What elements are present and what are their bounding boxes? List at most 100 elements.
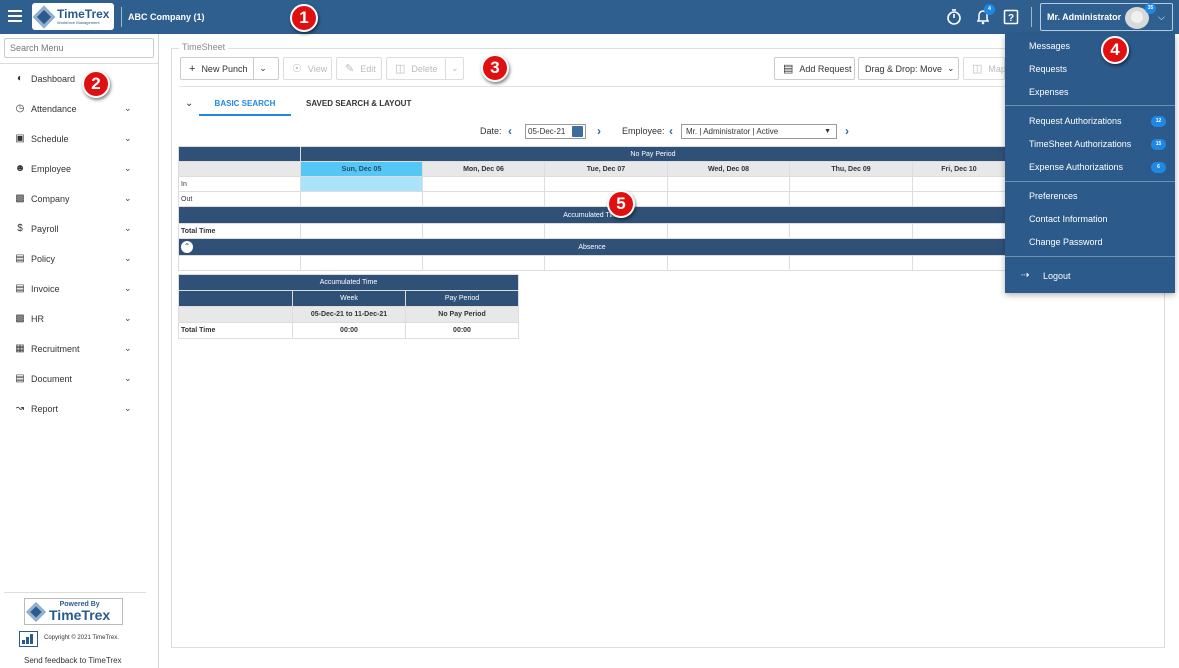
sidebar-item-document[interactable]: ▤ Document ⌄ <box>0 364 158 394</box>
menu-item-preferences[interactable]: Preferences <box>1029 191 1078 201</box>
total-cell <box>300 223 423 239</box>
employee-select[interactable]: Mr. | Administrator | Active ▼ <box>681 124 837 139</box>
tab-basic-search[interactable]: BASIC SEARCH <box>199 94 291 116</box>
total-cell <box>789 223 913 239</box>
sidebar-item-report[interactable]: ↝ Report ⌄ <box>0 394 158 424</box>
date-field[interactable]: 05-Dec-21 <box>525 124 586 139</box>
total-cell <box>912 223 1006 239</box>
svg-text:?: ? <box>1008 13 1014 24</box>
punch-cell[interactable] <box>912 176 1006 192</box>
punch-cell[interactable] <box>789 176 913 192</box>
punch-cell[interactable] <box>300 176 423 192</box>
absence-header-cell: ⌃ Absence <box>178 238 1006 256</box>
new-punch-button[interactable]: + New Punch ⌄ <box>180 57 279 80</box>
chevron-down-icon[interactable]: ⌄ <box>445 58 463 79</box>
view-button[interactable]: ☉ View <box>283 57 332 80</box>
collapse-search-chevron-icon[interactable]: ⌄ <box>185 98 193 109</box>
grid-corner <box>178 146 301 162</box>
chevron-down-icon: ⌄ <box>124 223 132 233</box>
punch-cell[interactable] <box>667 191 790 207</box>
menu-item-change-password[interactable]: Change Password <box>1029 237 1103 247</box>
sidebar-item-hr[interactable]: ▩ HR ⌄ <box>0 304 158 334</box>
summary-title: Accumulated Time <box>178 274 519 291</box>
day-header[interactable]: Thu, Dec 09 <box>789 161 913 177</box>
sidebar-item-dashboard[interactable]: ◐ Dashboard <box>0 64 158 94</box>
day-header[interactable]: Fri, Dec 10 <box>912 161 1006 177</box>
map-button[interactable]: ◫ Map <box>963 57 1006 80</box>
collapse-up-icon[interactable]: ⌃ <box>181 241 193 253</box>
sidebar-item-attendance[interactable]: ◷ Attendance ⌄ <box>0 94 158 124</box>
sidebar-item-invoice[interactable]: ▤ Invoice ⌄ <box>0 274 158 304</box>
search-menu-input[interactable] <box>4 38 154 58</box>
menu-item-expense-authorizations[interactable]: Expense Authorizations <box>1029 162 1123 172</box>
calendar-icon[interactable] <box>572 126 583 137</box>
request-authorizations-badge: 12 <box>1151 116 1166 127</box>
punch-cell[interactable] <box>912 191 1006 207</box>
menu-item-requests[interactable]: Requests <box>1029 64 1067 74</box>
tab-saved-search-layout[interactable]: SAVED SEARCH & LAYOUT <box>306 94 416 116</box>
punch-cell[interactable] <box>300 191 423 207</box>
menu-item-expenses[interactable]: Expenses <box>1029 87 1069 97</box>
company-name[interactable]: ABC Company (1) <box>128 12 205 22</box>
user-menu-button[interactable]: Mr. Administrator 35 ⌵ <box>1040 3 1173 31</box>
footer-brand-text: TimeTrex <box>49 607 111 623</box>
menu-item-messages[interactable]: Messages <box>1029 41 1070 51</box>
sidebar-item-recruitment[interactable]: ▦ Recruitment ⌄ <box>0 334 158 364</box>
hamburger-menu-icon[interactable] <box>8 10 22 22</box>
punch-cell[interactable] <box>544 191 668 207</box>
row-label-total-time: Total Time <box>178 223 301 239</box>
stopwatch-icon[interactable] <box>946 8 962 26</box>
employee-prev-arrow-icon[interactable]: ‹ <box>669 124 673 138</box>
edit-label: Edit <box>360 63 376 74</box>
absence-cell[interactable] <box>300 255 423 271</box>
timetrex-logo[interactable]: TimeTrex Workforce Management <box>32 3 114 30</box>
punch-cell[interactable] <box>667 176 790 192</box>
copyright-text: Copyright © 2021 TimeTrex. <box>44 635 119 641</box>
powered-by-logo[interactable]: Powered By TimeTrex <box>24 598 123 625</box>
user-name: Mr. Administrator <box>1047 12 1122 22</box>
date-prev-arrow-icon[interactable]: ‹ <box>508 124 512 138</box>
chevron-down-icon[interactable]: ⌄ <box>253 58 271 79</box>
drag-drop-dropdown[interactable]: Drag & Drop: Move ⌄ <box>858 57 959 80</box>
absence-cell[interactable] <box>912 255 1006 271</box>
menu-item-contact-information[interactable]: Contact Information <box>1029 214 1108 224</box>
day-header[interactable]: Tue, Dec 07 <box>544 161 668 177</box>
menu-item-timesheet-authorizations[interactable]: TimeSheet Authorizations <box>1029 139 1131 149</box>
sidebar-item-company[interactable]: ▩ Company ⌄ <box>0 184 158 214</box>
summary-col-pay-period: Pay Period <box>405 290 519 307</box>
absence-cell[interactable] <box>544 255 668 271</box>
trash-icon: ◫ <box>395 63 406 75</box>
summary-pay-period-value: No Pay Period <box>405 306 519 323</box>
sidebar-item-label: Attendance <box>31 104 77 114</box>
absence-cell[interactable] <box>667 255 790 271</box>
sidebar-item-schedule[interactable]: ▣ Schedule ⌄ <box>0 124 158 154</box>
day-header[interactable]: Wed, Dec 08 <box>667 161 790 177</box>
sidebar-item-employee[interactable]: ☻ Employee ⌄ <box>0 154 158 184</box>
help-icon[interactable]: ? <box>1003 8 1019 26</box>
employee-next-arrow-icon[interactable]: › <box>845 124 849 138</box>
header-divider <box>121 7 122 27</box>
feedback-link[interactable]: Send feedback to TimeTrex <box>24 656 122 665</box>
sidebar-item-policy[interactable]: ▤ Policy ⌄ <box>0 244 158 274</box>
menu-item-request-authorizations[interactable]: Request Authorizations <box>1029 116 1122 126</box>
punch-cell[interactable] <box>544 176 668 192</box>
sidebar-item-payroll[interactable]: $ Payroll ⌄ <box>0 214 158 244</box>
delete-button[interactable]: ◫ Delete ⌄ <box>386 57 464 80</box>
invoice-icon: ▤ <box>15 283 25 294</box>
accumulated-time-header: Accumulated Time <box>178 206 1006 224</box>
chevron-down-icon: ⌄ <box>124 403 132 413</box>
punch-cell[interactable] <box>789 191 913 207</box>
edit-button[interactable]: ✎ Edit <box>336 57 382 80</box>
recruitment-icon: ▦ <box>15 343 25 354</box>
day-header[interactable]: Sun, Dec 05 <box>300 161 423 177</box>
chevron-down-icon: ⌄ <box>124 253 132 263</box>
absence-cell[interactable] <box>789 255 913 271</box>
add-request-button[interactable]: ▤ Add Request <box>774 57 855 80</box>
absence-cell[interactable] <box>422 255 545 271</box>
punch-cell[interactable] <box>422 191 545 207</box>
punch-cell[interactable] <box>422 176 545 192</box>
day-header[interactable]: Mon, Dec 06 <box>422 161 545 177</box>
menu-item-logout[interactable]: Logout <box>1043 271 1071 281</box>
absence-label-cell <box>178 255 301 271</box>
date-next-arrow-icon[interactable]: › <box>597 124 601 138</box>
